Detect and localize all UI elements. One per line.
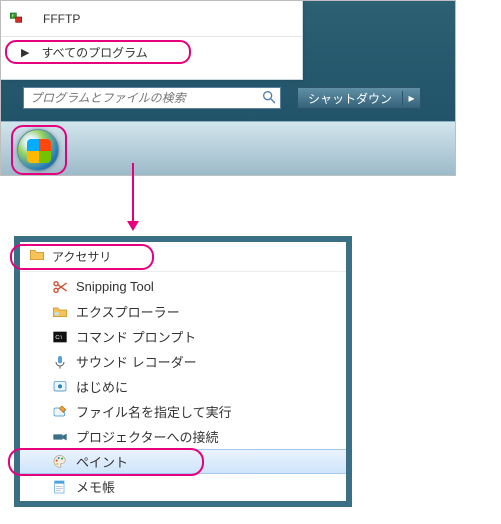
shutdown-button[interactable]: シャットダウン ▸	[297, 87, 421, 109]
accessories-item-label: コマンド プロンプト	[76, 327, 196, 346]
explorer-icon	[50, 304, 70, 320]
accessories-item[interactable]: ペイント	[20, 449, 346, 474]
accessories-item-label: ペイント	[76, 452, 128, 471]
start-button[interactable]	[17, 129, 59, 171]
projector-icon	[50, 429, 70, 445]
getting-started-icon	[50, 379, 70, 395]
shutdown-split-arrow-icon[interactable]: ▸	[402, 91, 420, 105]
guide-arrow-icon	[132, 163, 134, 221]
accessories-item-label: サウンド レコーダー	[76, 352, 197, 371]
accessories-item[interactable]: はじめに	[20, 374, 346, 399]
scissors-icon	[50, 279, 70, 295]
start-menu-upper-panel: F FFFTP ▶ すべてのプログラム シャットダウン ▸	[0, 0, 456, 176]
accessories-item[interactable]: メモ帳	[20, 474, 346, 499]
accessories-item[interactable]: サウンド レコーダー	[20, 349, 346, 374]
start-menu-item-ffftp[interactable]: F FFFTP	[1, 1, 302, 37]
svg-text:C:\: C:\	[55, 335, 62, 341]
accessories-item-label: はじめに	[76, 377, 128, 396]
accessories-item-label: プロジェクターへの接続	[76, 427, 218, 446]
accessories-label: アクセサリ	[52, 248, 111, 265]
accessories-item[interactable]: Snipping Tool	[20, 274, 346, 299]
start-menu-item-label: FFFTP	[43, 12, 80, 26]
start-menu-bottom-row: シャットダウン ▸	[23, 87, 421, 109]
start-menu-search-box[interactable]	[23, 87, 281, 109]
accessories-item[interactable]: プロジェクターへの接続	[20, 424, 346, 449]
accessories-list: Snipping Tool エクスプローラー C:\ コマンド プロンプトサウンド レ…	[20, 272, 346, 501]
taskbar	[1, 121, 455, 175]
accessories-item[interactable]: エクスプローラー	[20, 299, 346, 324]
triangle-right-icon: ▶	[21, 46, 29, 59]
shutdown-label: シャットダウン	[298, 90, 402, 107]
all-programs-label: すべてのプログラム	[41, 44, 147, 61]
accessories-item-label: エクスプローラー	[76, 302, 180, 321]
search-input[interactable]	[24, 91, 258, 105]
accessories-item-label: ファイル名を指定して実行	[76, 402, 232, 421]
mic-icon	[50, 354, 70, 370]
accessories-item-label: Snipping Tool	[76, 279, 154, 294]
accessories-item[interactable]: ファイル名を指定して実行	[20, 399, 346, 424]
notepad-icon	[50, 479, 70, 495]
paint-icon	[50, 454, 70, 470]
folder-icon	[26, 247, 48, 267]
run-icon	[50, 404, 70, 420]
accessories-folder-row[interactable]: アクセサリ	[20, 242, 346, 272]
accessories-item-label: メモ帳	[76, 477, 115, 496]
start-menu-left-column: F FFFTP ▶ すべてのプログラム	[1, 1, 303, 80]
accessories-item[interactable]: C:\ コマンド プロンプト	[20, 324, 346, 349]
cmd-icon: C:\	[50, 329, 70, 345]
start-menu-all-programs[interactable]: ▶ すべてのプログラム	[1, 37, 302, 67]
search-icon	[258, 89, 280, 108]
accessories-menu: アクセサリ Snipping Tool エクスプローラー C:\ コマンド プロンプト…	[14, 236, 352, 507]
ffftp-icon: F	[9, 7, 37, 31]
